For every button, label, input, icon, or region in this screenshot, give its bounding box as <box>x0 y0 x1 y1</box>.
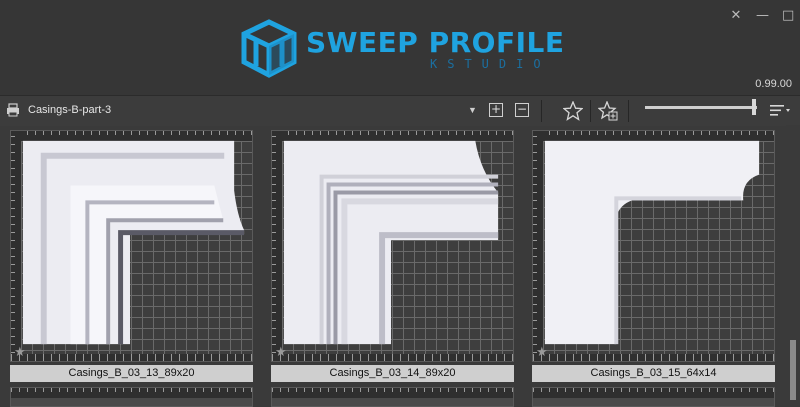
profile-shape <box>22 140 245 345</box>
toolbar-divider <box>628 100 629 122</box>
toolbar-divider <box>590 100 591 122</box>
profile-thumbnail[interactable] <box>10 387 253 407</box>
library-selector[interactable]: Casings-B-part-3 <box>28 104 111 116</box>
dropdown-arrow-icon[interactable]: ▼ <box>468 105 477 115</box>
profile-card[interactable]: ★ Casings_B_03_15_64x14 <box>532 130 775 382</box>
window-controls: ✕ — □ <box>730 9 795 22</box>
profile-card[interactable]: ★ Casings_B_03_13_89x20 <box>10 130 253 382</box>
profile-thumbnail[interactable]: ★ <box>10 130 253 362</box>
logo-cube-icon <box>241 19 297 78</box>
profile-thumbnail[interactable] <box>532 387 775 407</box>
profile-thumbnail[interactable]: ★ <box>271 130 514 362</box>
app-logo: SWEEP PROFILE KSTUDIO <box>238 18 564 80</box>
favorite-star-icon[interactable]: ★ <box>14 346 26 359</box>
logo-title: SWEEP PROFILE <box>306 26 565 59</box>
zoom-slider[interactable] <box>645 106 757 109</box>
toolbar-divider <box>541 100 542 122</box>
ruler-bottom <box>533 354 774 361</box>
sort-icon[interactable] <box>769 103 791 119</box>
favorite-star-icon[interactable]: ★ <box>275 346 287 359</box>
profile-caption[interactable]: Casings_B_03_15_64x14 <box>532 365 775 382</box>
minimize-icon[interactable]: — <box>756 9 769 22</box>
ruler-top <box>533 388 774 398</box>
ruler-top <box>272 388 513 398</box>
print-icon[interactable] <box>6 103 20 117</box>
profile-caption[interactable]: Casings_B_03_14_89x20 <box>271 365 514 382</box>
logo-subtitle: KSTUDIO <box>430 57 551 71</box>
ruler-top <box>11 388 252 398</box>
profile-thumbnail[interactable]: ★ <box>532 130 775 362</box>
zoom-slider-thumb[interactable] <box>752 99 756 115</box>
profile-thumbnail[interactable] <box>271 387 514 407</box>
remove-icon[interactable]: − <box>515 103 529 117</box>
profile-caption[interactable]: Casings_B_03_13_89x20 <box>10 365 253 382</box>
star-add-icon[interactable] <box>598 101 618 121</box>
add-icon[interactable]: + <box>489 103 503 117</box>
profile-shape <box>544 140 760 345</box>
ruler-bottom <box>272 354 513 361</box>
profile-grid: ★ Casings_B_03_13_89x20 ★ Casings_B_03_1… <box>0 125 786 407</box>
profile-card-partial[interactable] <box>10 387 253 407</box>
app-header: ✕ — □ SWEEP PROFILE KSTUDIO 0.99.00 <box>0 0 800 95</box>
profile-shape <box>283 140 499 345</box>
maximize-icon[interactable]: □ <box>782 9 794 22</box>
version-label: 0.99.00 <box>755 78 792 90</box>
profile-card[interactable]: ★ Casings_B_03_14_89x20 <box>271 130 514 382</box>
toolbar: Casings-B-part-3 ▼ + − <box>0 95 800 126</box>
close-icon[interactable]: ✕ <box>730 9 742 22</box>
profile-card-partial[interactable] <box>271 387 514 407</box>
profile-card-partial[interactable] <box>532 387 775 407</box>
ruler-bottom <box>11 354 252 361</box>
vertical-scrollbar[interactable] <box>786 125 800 400</box>
favorite-star-icon[interactable]: ★ <box>536 346 548 359</box>
scrollbar-thumb[interactable] <box>790 340 796 400</box>
star-icon[interactable] <box>563 101 583 121</box>
